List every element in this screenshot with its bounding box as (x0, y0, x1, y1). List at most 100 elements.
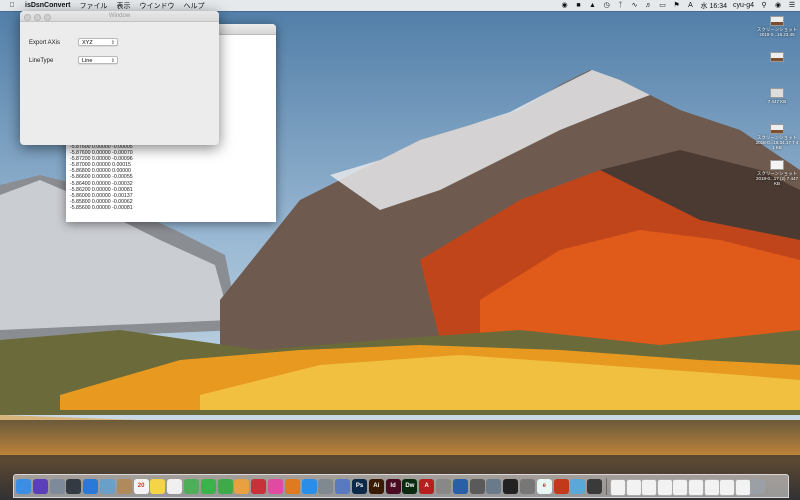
illustrator-icon[interactable]: Ai (368, 479, 384, 494)
dock-folder-icon[interactable] (625, 479, 642, 496)
menu-bar:  isDsnConvert ファイル 表示 ウインドウ ヘルプ ◉ ■ ▲ ◷… (0, 0, 800, 11)
battery-icon[interactable]: ▭ (659, 2, 667, 9)
apple-icon[interactable]:  (8, 2, 16, 9)
status-app2-icon[interactable]: ■ (575, 2, 583, 9)
calendar-icon[interactable]: 20 (133, 479, 149, 494)
maps-icon[interactable] (184, 479, 199, 494)
close-button[interactable] (24, 13, 31, 21)
menu-clock[interactable]: 水 16:34 (701, 1, 727, 11)
terminal-icon[interactable] (503, 479, 519, 494)
mission-control-icon[interactable] (66, 479, 82, 494)
app-store-icon[interactable] (301, 479, 317, 494)
utility-app-icon[interactable] (335, 479, 351, 494)
status-app-icon[interactable]: ◉ (561, 2, 569, 9)
photos-icon[interactable] (234, 479, 250, 494)
preview-icon[interactable] (100, 479, 115, 494)
finder-icon[interactable] (16, 479, 31, 494)
export-axis-label: Export AXis (29, 40, 61, 46)
launchpad-icon[interactable] (49, 479, 65, 494)
photoshop-icon[interactable]: Ps (352, 479, 367, 494)
app-icon-2[interactable] (587, 479, 603, 494)
notification-center-icon[interactable]: ☰ (788, 2, 796, 9)
text-line: -5.86400 0.00000 -0.00032 (70, 180, 133, 187)
dock-folder-icon[interactable] (719, 479, 736, 496)
text-output-content: -5.87600 0.00000 -0.00005 -5.87600 0.0000… (70, 144, 133, 211)
settings-window[interactable]: Window Export AXis XYZ ⇕ LineType Line ⇕ (20, 11, 219, 145)
file-thumbnail (770, 124, 784, 134)
flag-icon[interactable]: ⚑ (673, 2, 681, 9)
desktop-file-4[interactable]: スクリーンショット 2018-0...16.34.17 7 4 1 KB (754, 124, 800, 150)
dreamweaver-icon[interactable]: Dw (402, 479, 418, 494)
file-thumbnail (770, 88, 784, 98)
dock-separator (606, 478, 607, 495)
photo-booth-icon[interactable] (251, 479, 267, 494)
reminders-icon[interactable] (167, 479, 183, 494)
image-capture-icon[interactable] (486, 479, 502, 494)
rss-app-icon[interactable] (553, 479, 569, 494)
desktop-file-3[interactable]: 7 447 KB (754, 88, 800, 104)
text-line: -5.86200 0.00000 -0.00081 (70, 186, 133, 193)
dock-folder-icon[interactable] (688, 479, 704, 496)
itunes-icon[interactable] (268, 479, 283, 494)
file-label: スクリーンショット 2018-0...16.34.17 7 4 1 KB (755, 135, 799, 150)
messages-icon[interactable] (200, 479, 216, 494)
notes-icon[interactable] (150, 479, 166, 494)
ibooks-icon[interactable] (284, 479, 300, 494)
screenshot-app-icon[interactable] (469, 479, 485, 494)
menu-view[interactable]: 表示 (117, 1, 131, 11)
linetype-popup[interactable]: Line ⇕ (78, 56, 118, 64)
text-line: -5.86000 0.00000 -0.00137 (70, 192, 133, 199)
disk-utility-icon[interactable] (436, 479, 451, 494)
desktop-file-5[interactable]: スクリーンショット 2018-0...17 (2) 7 447 KB (754, 160, 800, 186)
text-line: -5.86600 0.00000 -0.00055 (70, 174, 133, 181)
isdsnconvert-icon[interactable]: e (536, 479, 552, 494)
spotlight-icon[interactable]: ⚲ (760, 2, 768, 9)
utility2-icon[interactable] (570, 479, 586, 494)
menu-file[interactable]: ファイル (80, 1, 108, 11)
bluetooth-icon[interactable]: ᛉ (617, 2, 625, 9)
dock-folder-icon[interactable] (610, 479, 626, 496)
contacts-icon[interactable] (116, 479, 132, 494)
desktop-file-2[interactable] (754, 52, 800, 63)
facetime-icon[interactable] (217, 479, 233, 494)
menu-user[interactable]: cyu-g4 (733, 2, 754, 9)
dock-folder-icon[interactable] (672, 479, 689, 496)
archive-icon[interactable] (520, 479, 535, 494)
dock-folder-icon[interactable] (734, 479, 751, 496)
file-label: スクリーンショット 2018-0...16.23.45 (756, 27, 798, 37)
file-label: 7 447 KB (767, 99, 787, 104)
desktop-file-1[interactable]: スクリーンショット 2018-0...16.23.45 (754, 16, 800, 37)
export-axis-popup[interactable]: XYZ ⇕ (78, 38, 118, 46)
indesign-icon[interactable]: Id (385, 479, 401, 494)
safari-icon[interactable] (83, 479, 99, 494)
window-title: Window (108, 13, 131, 19)
input-menu-icon[interactable]: A (687, 2, 695, 9)
menu-window[interactable]: ウインドウ (140, 1, 175, 11)
menu-help[interactable]: ヘルプ (184, 1, 205, 11)
trash-icon[interactable] (750, 479, 766, 494)
linetype-value: Line (82, 58, 93, 64)
file-label: スクリーンショット 2018-0...17 (2) 7 447 KB (755, 171, 799, 186)
dock: 20 Ps Ai Id Dw Ae (13, 474, 789, 498)
zoom-button[interactable] (44, 13, 51, 21)
dock-folder-icon[interactable] (641, 479, 658, 496)
xcode-icon[interactable] (452, 479, 468, 494)
acrobat-icon[interactable]: A (419, 479, 435, 494)
text-line: -5.85600 0.00000 -0.00081 (70, 204, 133, 211)
updown-chevron-icon: ⇕ (110, 40, 115, 46)
dock-folder-icon[interactable] (656, 479, 673, 496)
system-preferences-icon[interactable] (318, 479, 334, 494)
siri-icon[interactable] (32, 479, 48, 494)
wifi-icon[interactable]: ∿ (631, 2, 639, 9)
time-machine-icon[interactable]: ◷ (603, 2, 611, 9)
window-titlebar[interactable]: Window (20, 11, 219, 22)
linetype-label: LineType (29, 58, 54, 64)
minimize-button[interactable] (34, 13, 41, 21)
file-thumbnail (770, 16, 784, 26)
volume-icon[interactable]: ♬ (645, 2, 653, 9)
siri-menu-icon[interactable]: ◉ (774, 2, 782, 9)
dock-folder-icon[interactable] (703, 479, 720, 496)
menu-app-name[interactable]: isDsnConvert (25, 2, 71, 9)
status-app3-icon[interactable]: ▲ (589, 2, 597, 9)
export-axis-value: XYZ (82, 40, 93, 46)
